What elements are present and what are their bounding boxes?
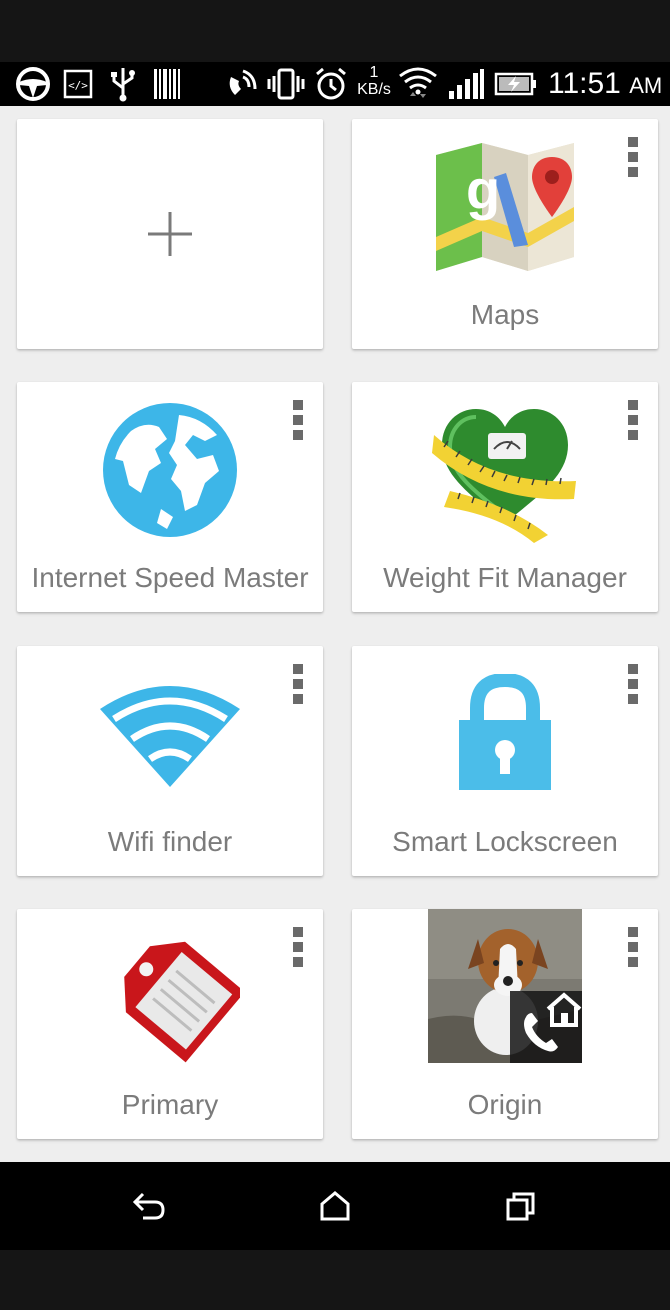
card-label: Maps — [470, 299, 540, 330]
home-button[interactable] — [305, 1180, 365, 1232]
recent-apps-icon — [506, 1192, 535, 1221]
widget-grid: g Maps Internet Speed Master Weight Fit … — [0, 106, 670, 1162]
back-icon — [132, 1192, 165, 1220]
card-internet-speed-master[interactable]: Internet Speed Master — [17, 382, 323, 612]
recent-apps-button[interactable] — [491, 1180, 551, 1232]
clock: 11:51 AM — [548, 62, 662, 106]
plus-icon — [148, 212, 192, 256]
overflow-menu-icon[interactable] — [626, 927, 640, 967]
card-smart-lockscreen[interactable]: Smart Lockscreen — [352, 646, 658, 876]
card-wifi-finder[interactable]: Wifi finder — [17, 646, 323, 876]
lock-icon — [459, 673, 551, 790]
home-icon — [320, 1191, 350, 1221]
barcode-icon — [152, 62, 182, 106]
back-button[interactable] — [119, 1180, 179, 1232]
svg-text:g: g — [466, 158, 500, 221]
clock-time: 11:51 — [548, 67, 621, 100]
overflow-menu-icon[interactable] — [626, 664, 640, 704]
wifi-icon — [100, 685, 240, 787]
alarm-icon — [312, 62, 350, 106]
maps-icon: g — [436, 142, 574, 271]
tag-icon — [124, 941, 240, 1062]
status-bar: </> 1 KB/s 11:51 AM — [0, 62, 670, 106]
heart-scale-icon — [432, 408, 576, 543]
card-maps[interactable]: g Maps — [352, 119, 658, 349]
vibrate-icon — [266, 62, 306, 106]
code-icon: </> — [62, 62, 94, 106]
card-weight-fit-manager[interactable]: Weight Fit Manager — [352, 382, 658, 612]
battery-charging-icon — [494, 62, 538, 106]
nfc-icon — [224, 62, 260, 106]
signal-icon — [446, 62, 486, 106]
add-widget-card[interactable] — [17, 119, 323, 349]
clock-ampm: AM — [629, 73, 663, 98]
wifi-status-icon — [398, 62, 438, 106]
card-primary[interactable]: Primary — [17, 909, 323, 1139]
globe-icon — [103, 402, 237, 537]
card-origin[interactable]: Origin — [352, 909, 658, 1139]
overflow-menu-icon[interactable] — [291, 927, 305, 967]
speed-unit: KB/s — [357, 81, 391, 98]
overflow-menu-icon[interactable] — [626, 137, 640, 177]
overflow-menu-icon[interactable] — [291, 400, 305, 440]
network-speed: 1 KB/s — [352, 62, 396, 106]
usb-icon — [108, 62, 138, 106]
card-label: Internet Speed Master — [31, 562, 309, 593]
card-label: Origin — [467, 1089, 543, 1120]
steering-wheel-icon — [14, 62, 52, 106]
overflow-menu-icon[interactable] — [626, 400, 640, 440]
speed-value: 1 — [369, 64, 379, 81]
bottom-bezel — [0, 1250, 670, 1310]
puppy-contact-photo — [428, 909, 582, 1063]
card-label: Wifi finder — [107, 826, 233, 857]
overflow-menu-icon[interactable] — [291, 664, 305, 704]
svg-text:</>: </> — [68, 79, 88, 92]
navigation-bar — [0, 1162, 670, 1250]
card-label: Primary — [121, 1089, 219, 1120]
card-label: Smart Lockscreen — [392, 826, 618, 857]
card-label: Weight Fit Manager — [383, 562, 627, 593]
